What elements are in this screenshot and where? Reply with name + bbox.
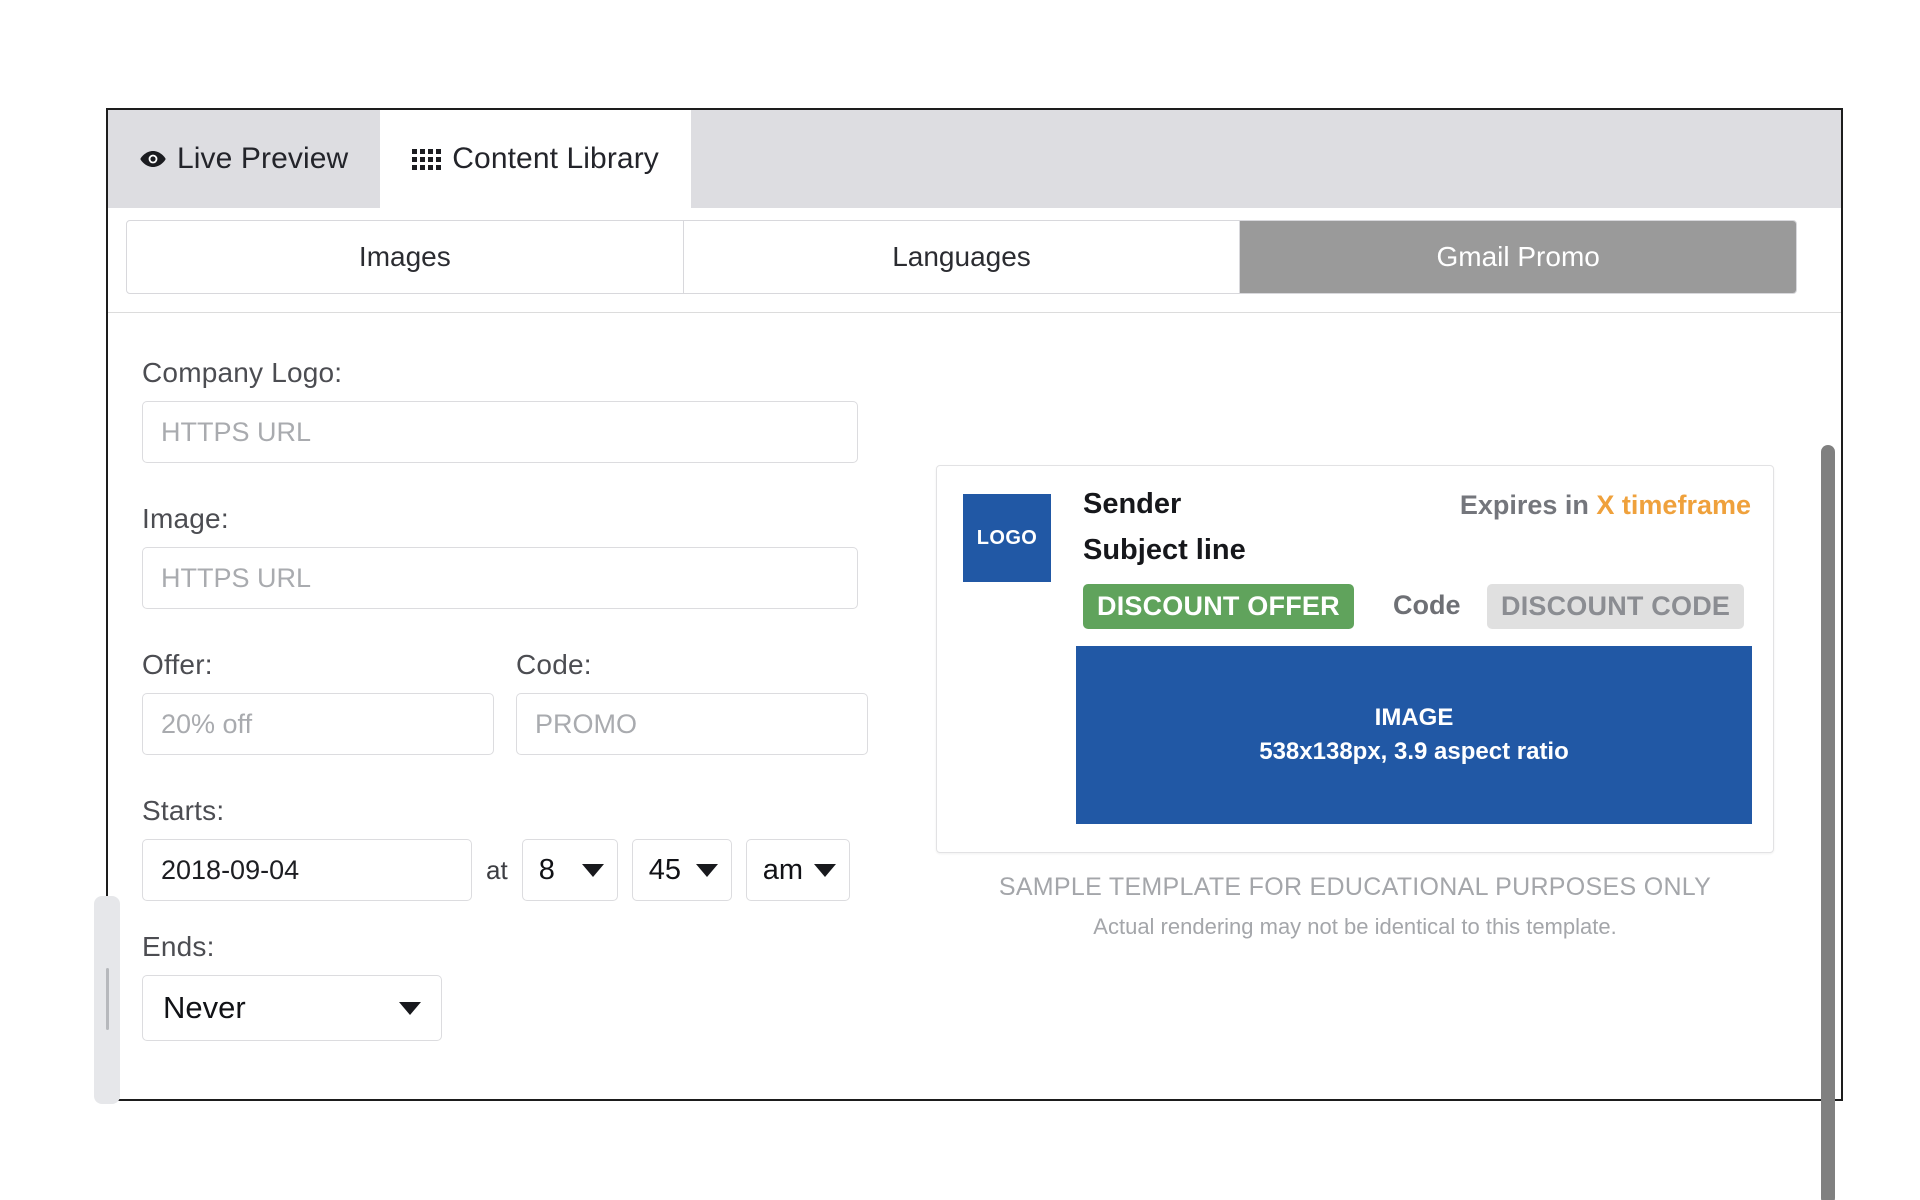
promo-preview-card: LOGO Sender Subject line Expires in X ti… bbox=[936, 465, 1774, 853]
ends-select[interactable]: Never bbox=[142, 975, 442, 1041]
promo-form: Company Logo: Image: Offer: Code: bbox=[142, 357, 902, 1041]
preview-disclaimer-line2: Actual rendering may not be identical to… bbox=[1093, 914, 1617, 939]
company-logo-label: Company Logo: bbox=[142, 357, 343, 388]
ends-label: Ends: bbox=[142, 931, 215, 962]
grid-icon bbox=[412, 148, 442, 170]
segment-images[interactable]: Images bbox=[127, 221, 684, 293]
tab-content-library-label: Content Library bbox=[452, 142, 659, 175]
segment-gmail-promo[interactable]: Gmail Promo bbox=[1240, 221, 1796, 293]
starts-hour-select[interactable]: 8 bbox=[521, 839, 618, 901]
preview-image-label: IMAGE bbox=[1374, 704, 1454, 731]
segment-languages[interactable]: Languages bbox=[684, 221, 1241, 293]
tab-live-preview-label: Live Preview bbox=[177, 142, 349, 175]
starts-minute-value: 45 bbox=[648, 853, 681, 886]
preview-sender: Sender bbox=[1083, 488, 1182, 520]
preview-image-placeholder: IMAGE 538x138px, 3.9 aspect ratio bbox=[1076, 646, 1752, 824]
code-label: Code: bbox=[516, 649, 592, 680]
vertical-scrollbar-thumb[interactable] bbox=[1821, 445, 1835, 1200]
offer-code-row: Offer: Code: bbox=[142, 649, 902, 755]
preview-disclaimer: SAMPLE TEMPLATE FOR EDUCATIONAL PURPOSES… bbox=[936, 873, 1774, 940]
chevron-down-icon bbox=[581, 863, 604, 877]
starts-label: Starts: bbox=[142, 795, 225, 826]
offer-input[interactable] bbox=[142, 693, 494, 755]
starts-minute-select[interactable]: 45 bbox=[631, 839, 732, 901]
drag-grip-icon bbox=[106, 968, 109, 1030]
ends-value: Never bbox=[163, 990, 246, 1025]
segmented-control-container: Images Languages Gmail Promo bbox=[108, 208, 1841, 312]
preview-code-badge: DISCOUNT CODE bbox=[1487, 584, 1745, 629]
logo-placeholder-label: LOGO bbox=[976, 526, 1038, 549]
preview-expires-value: X timeframe bbox=[1596, 490, 1751, 520]
starts-meridiem-value: am bbox=[762, 853, 803, 886]
tab-strip: Live Preview Content Library bbox=[108, 110, 1841, 208]
tab-content-library[interactable]: Content Library bbox=[380, 110, 691, 208]
segment-languages-label: Languages bbox=[892, 241, 1031, 272]
preview-expires-prefix: Expires in bbox=[1459, 490, 1589, 520]
chevron-down-icon bbox=[813, 863, 836, 877]
preview-offer-badge: DISCOUNT OFFER bbox=[1083, 584, 1354, 629]
tab-live-preview[interactable]: Live Preview bbox=[108, 110, 381, 208]
panel-drag-handle[interactable] bbox=[94, 896, 120, 1104]
screen-root: Live Preview Content Library Images Lang… bbox=[0, 0, 1920, 1200]
content-body: Company Logo: Image: Offer: Code: bbox=[94, 312, 1841, 1104]
company-logo-input[interactable] bbox=[142, 401, 858, 463]
offer-label: Offer: bbox=[142, 649, 213, 680]
eye-icon bbox=[140, 150, 166, 168]
offer-field-group: Offer: bbox=[142, 649, 494, 755]
image-label: Image: bbox=[142, 503, 229, 534]
starts-hour-value: 8 bbox=[538, 853, 555, 886]
starts-date-input[interactable] bbox=[142, 839, 472, 901]
preview-subject: Subject line bbox=[1083, 534, 1246, 566]
segmented-control: Images Languages Gmail Promo bbox=[126, 220, 1797, 294]
starts-at-word: at bbox=[486, 854, 508, 885]
preview-expires: Expires in X timeframe bbox=[1460, 490, 1751, 521]
segment-images-label: Images bbox=[358, 241, 451, 272]
preview-disclaimer-line1: SAMPLE TEMPLATE FOR EDUCATIONAL PURPOSES… bbox=[998, 873, 1712, 901]
image-input[interactable] bbox=[142, 547, 858, 609]
starts-row: at 8 45 am bbox=[142, 839, 902, 901]
vertical-scrollbar-track[interactable] bbox=[1819, 313, 1839, 1200]
segment-gmail-promo-label: Gmail Promo bbox=[1436, 241, 1600, 272]
code-field-group: Code: bbox=[516, 649, 868, 755]
logo-placeholder: LOGO bbox=[963, 494, 1051, 582]
preview-image-spec: 538x138px, 3.9 aspect ratio bbox=[1259, 738, 1569, 765]
starts-meridiem-select[interactable]: am bbox=[745, 839, 850, 901]
app-window: Live Preview Content Library Images Lang… bbox=[94, 108, 1843, 1200]
chevron-down-icon bbox=[399, 1001, 421, 1015]
code-input[interactable] bbox=[516, 693, 868, 755]
preview-code-word: Code bbox=[1393, 590, 1461, 620]
chevron-down-icon bbox=[695, 863, 718, 877]
